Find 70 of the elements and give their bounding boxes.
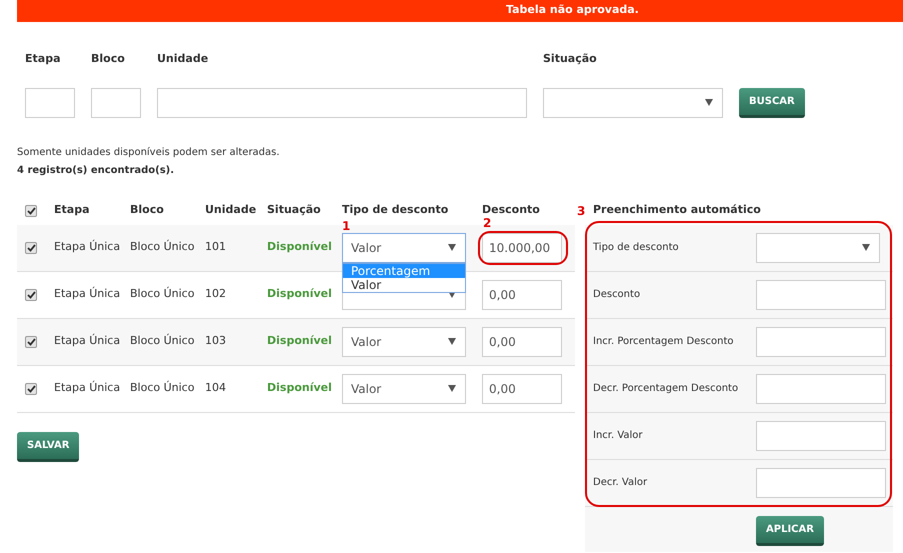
table-cell-text: Etapa Única: [54, 286, 122, 302]
table-cell-text: Etapa Única: [54, 239, 122, 256]
save-button[interactable]: SALVAR: [17, 432, 80, 462]
select-field[interactable]: [543, 88, 723, 118]
input-field[interactable]: [756, 326, 886, 356]
table-cell-text: Bloco Único: [130, 239, 196, 256]
table-cell-text: 101: [205, 239, 227, 256]
field-label: Incr. Porcentagem Desconto: [593, 335, 734, 349]
select-field[interactable]: Valor: [342, 232, 466, 262]
column-header: Tipo de desconto: [342, 202, 450, 218]
error-banner: Tabela não aprovada.: [17, 0, 903, 22]
column-header: Etapa: [54, 202, 90, 218]
input-field[interactable]: [756, 374, 886, 404]
input-field[interactable]: 0,00: [482, 374, 562, 404]
caret-icon: [448, 385, 456, 392]
input-field[interactable]: [756, 468, 886, 498]
input-field[interactable]: 0,00: [482, 280, 562, 310]
input-field[interactable]: [157, 88, 527, 118]
checkbox[interactable]: [25, 242, 37, 254]
panel-title: Preenchimento automático: [592, 202, 761, 218]
annotation-number: 1: [342, 220, 350, 232]
column-header: Bloco: [130, 202, 165, 218]
filter-label: Situação: [543, 51, 598, 67]
field-label: Incr. Valor: [593, 429, 643, 443]
status-text: Disponível: [267, 286, 333, 302]
annotation-number: 2: [483, 216, 492, 228]
dropdown-option[interactable]: Valor: [343, 278, 465, 292]
column-header: Situação: [267, 202, 322, 218]
table-cell-text: Bloco Único: [130, 286, 196, 302]
table-cell-text: 102: [205, 286, 227, 302]
column-header: Unidade: [205, 202, 258, 218]
input-field[interactable]: [756, 280, 886, 310]
filter-label: Bloco: [91, 51, 126, 67]
input-field[interactable]: [25, 88, 75, 118]
annotation-number: 3: [577, 202, 586, 220]
table-cell-text: 103: [205, 333, 227, 350]
input-field[interactable]: [756, 420, 886, 450]
table-cell-text: Bloco Único: [130, 380, 196, 396]
table-cell-text: Etapa Única: [54, 380, 122, 396]
status-text: Disponível: [267, 380, 333, 396]
select-field[interactable]: Valor: [342, 326, 466, 356]
field-label: Decr. Valor: [593, 476, 648, 490]
table-cell-text: Bloco Único: [130, 333, 196, 350]
status-text: Disponível: [267, 239, 333, 256]
caret-icon: [448, 244, 456, 251]
table-cell-text: Etapa Única: [54, 333, 122, 350]
table-cell-text: 104: [205, 380, 227, 396]
input-field[interactable]: [91, 88, 141, 118]
select-field[interactable]: Valor: [342, 374, 466, 404]
search-button[interactable]: BUSCAR: [739, 88, 805, 118]
field-label: Decr. Porcentagem Desconto: [593, 382, 738, 396]
info-text: Somente unidades disponíveis podem ser alteradas.: [17, 146, 281, 160]
checkbox[interactable]: [25, 288, 37, 300]
field-label: Desconto: [593, 288, 640, 302]
caret-icon: [862, 244, 870, 251]
record-count: 4 registro(s) encontrado(s).: [17, 164, 176, 178]
status-text: Disponível: [267, 333, 333, 350]
checkbox[interactable]: [25, 336, 37, 348]
field-label: Tipo de desconto: [593, 241, 679, 255]
caret-icon: [448, 338, 456, 345]
apply-button[interactable]: APLICAR: [756, 516, 824, 546]
column-header: Desconto: [482, 202, 541, 218]
filter-label: Etapa: [25, 51, 62, 67]
input-field[interactable]: 10.000,00: [482, 232, 562, 262]
checkbox[interactable]: [25, 382, 37, 394]
filter-label: Unidade: [157, 51, 210, 67]
checkbox[interactable]: [25, 204, 37, 216]
input-field[interactable]: 0,00: [482, 326, 562, 356]
caret-icon: [705, 99, 713, 106]
select-field[interactable]: [756, 232, 880, 262]
